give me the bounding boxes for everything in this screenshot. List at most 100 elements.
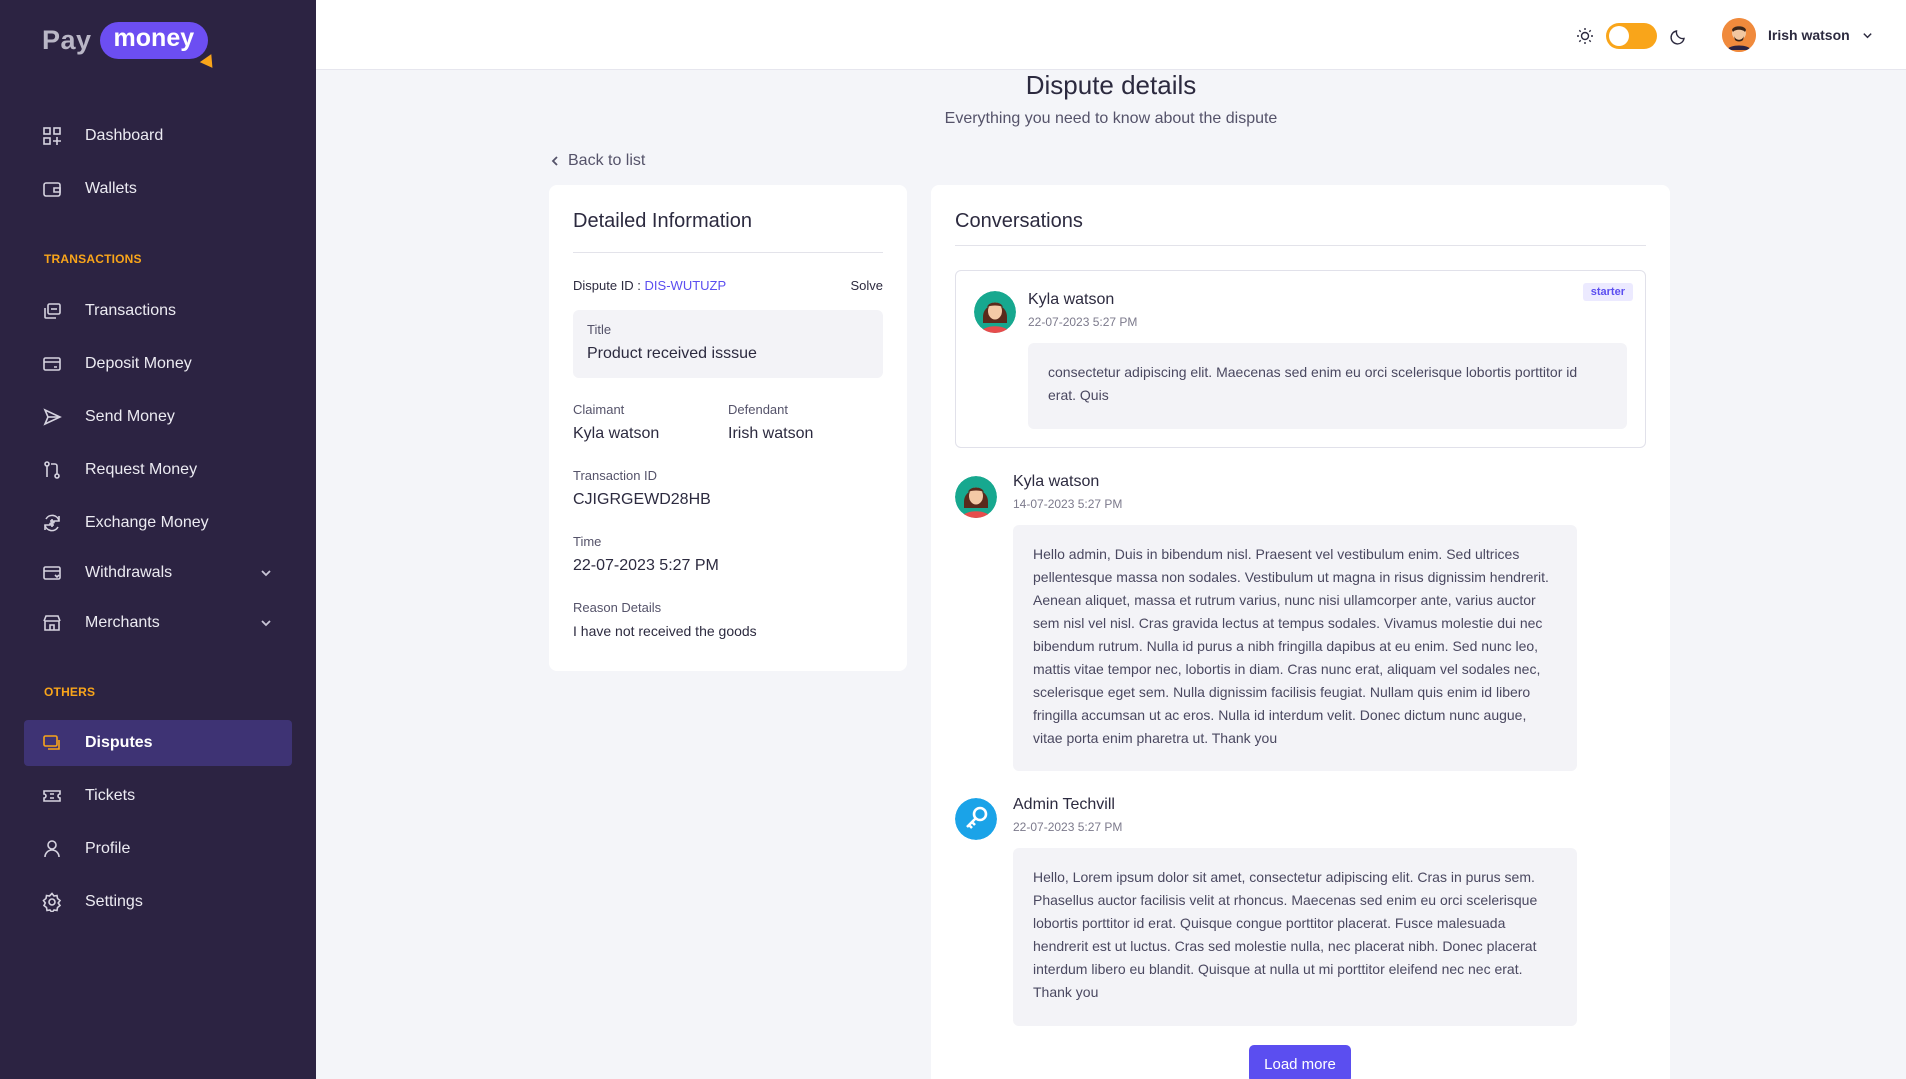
dispute-id-label: Dispute ID : (573, 278, 641, 293)
status-badge: Solve (850, 278, 883, 293)
sidebar-item-label: Wallets (85, 180, 137, 197)
dispute-id: Dispute ID : DIS-WUTUZP (573, 278, 726, 293)
moon-icon (1670, 30, 1685, 45)
back-to-list-label: Back to list (568, 152, 646, 169)
sidebar-item-label: Send Money (85, 408, 175, 425)
user-menu[interactable]: Irish watson (1722, 18, 1873, 52)
request-icon (42, 460, 62, 480)
profile-icon (42, 839, 62, 859)
transaction-id-value: CJIGRGEWD28HB (573, 491, 711, 508)
transactions-icon (42, 301, 62, 321)
sidebar-item-tickets[interactable]: Tickets (24, 773, 292, 819)
title-label: Title (587, 322, 612, 337)
brand-logo[interactable]: Pay money (42, 20, 219, 72)
starter-message: starter Kyla watson 22-07-2023 5:27 PM c… (955, 270, 1646, 448)
sidebar-item-label: Transactions (85, 302, 176, 319)
dashboard-icon (42, 126, 62, 146)
sidebar-item-withdrawals[interactable]: Withdrawals (24, 550, 292, 596)
page-subtitle: Everything you need to know about the di… (944, 110, 1278, 127)
reason-label: Reason Details (573, 600, 662, 615)
sun-icon (1577, 28, 1593, 44)
starter-badge: starter (1582, 283, 1633, 301)
sidebar-item-label: Request Money (85, 461, 198, 478)
sidebar-item-request-money[interactable]: Request Money (24, 447, 292, 493)
time-label: Time (573, 534, 602, 549)
claimant-field: Claimant Kyla watson (573, 402, 659, 443)
sidebar-item-label: Exchange Money (85, 514, 209, 531)
time-value: 22-07-2023 5:27 PM (573, 557, 719, 574)
time-field: Time 22-07-2023 5:27 PM (573, 534, 719, 575)
sidebar-item-settings[interactable]: Settings (24, 879, 292, 925)
reason-value: I have not received the goods (573, 623, 757, 639)
sidebar-item-wallets[interactable]: Wallets (24, 166, 292, 212)
sidebar-item-label: Dashboard (85, 127, 164, 144)
theme-toggle[interactable] (1606, 23, 1657, 49)
settings-icon (42, 892, 62, 912)
conversations-title: Conversations (955, 210, 1083, 232)
merchant-icon (42, 613, 62, 633)
sidebar-item-send-money[interactable]: Send Money (24, 394, 292, 440)
defendant-label: Defendant (728, 402, 788, 417)
sidebar-item-label: Disputes (85, 734, 153, 751)
wallet-icon (42, 179, 62, 199)
sidebar-item-dashboard[interactable]: Dashboard (24, 113, 292, 159)
message-time: 14-07-2023 5:27 PM (1013, 497, 1123, 511)
sidebar: Pay money Dashboard Wallets TRANSACTIONS… (0, 0, 316, 1079)
sidebar-item-label: Profile (85, 840, 131, 857)
transaction-id-field: Transaction ID CJIGRGEWD28HB (573, 468, 711, 509)
avatar (955, 476, 997, 518)
message-text: consectetur adipiscing elit. Maecenas se… (1028, 343, 1627, 429)
title-box: Title Product received isssue (573, 310, 883, 378)
section-label-transactions: TRANSACTIONS (44, 252, 142, 266)
user-avatar (1722, 18, 1756, 52)
message-author: Kyla watson (1013, 473, 1100, 490)
transaction-id-label: Transaction ID (573, 468, 658, 483)
sidebar-item-disputes[interactable]: Disputes (24, 720, 292, 766)
user-name: Irish watson (1768, 27, 1850, 43)
top-bar: Irish watson (316, 0, 1906, 70)
load-more-button[interactable]: Load more (1249, 1045, 1351, 1079)
sidebar-item-merchants[interactable]: Merchants (24, 600, 292, 646)
sidebar-item-label: Tickets (85, 787, 136, 804)
message-time: 22-07-2023 5:27 PM (1013, 820, 1123, 834)
avatar (974, 291, 1016, 333)
defendant-field: Defendant Irish watson (728, 402, 813, 443)
page-title: Dispute details (1025, 70, 1197, 100)
chevron-left-icon (551, 156, 558, 166)
sidebar-item-label: Settings (85, 893, 143, 910)
back-to-list-link[interactable]: Back to list (550, 152, 645, 170)
message-text: Hello admin, Duis in bibendum nisl. Prae… (1013, 525, 1577, 771)
dispute-icon (42, 733, 62, 753)
toggle-knob (1609, 26, 1629, 46)
detail-card-title: Detailed Information (573, 210, 752, 232)
chevron-down-icon[interactable] (1862, 30, 1873, 41)
exchange-icon (42, 513, 62, 533)
reason-field: Reason Details I have not received the g… (573, 600, 757, 639)
chevron-down-icon[interactable] (260, 616, 272, 634)
conversations-card: Conversations starter Kyla watson 22-07-… (931, 185, 1670, 1079)
admin-avatar (955, 798, 997, 840)
sidebar-item-profile[interactable]: Profile (24, 826, 292, 872)
title-value: Product received isssue (587, 345, 757, 362)
message-time: 22-07-2023 5:27 PM (1028, 315, 1138, 329)
sidebar-item-deposit-money[interactable]: Deposit Money (24, 341, 292, 387)
sidebar-item-label: Withdrawals (85, 564, 173, 581)
chevron-down-icon[interactable] (260, 566, 272, 584)
logo-pay-text: Pay (42, 24, 92, 55)
sidebar-item-exchange-money[interactable]: Exchange Money (24, 500, 292, 546)
ticket-icon (42, 786, 62, 806)
detail-card: Detailed Information Dispute ID : DIS-WU… (549, 185, 907, 671)
withdraw-icon (42, 563, 62, 583)
sidebar-item-label: Deposit Money (85, 355, 192, 372)
logo-money-pill: money (99, 21, 219, 72)
deposit-icon (42, 354, 62, 374)
dispute-id-value: DIS-WUTUZP (644, 278, 727, 293)
sidebar-item-label: Merchants (85, 614, 160, 631)
divider (955, 245, 1646, 246)
sidebar-item-transactions[interactable]: Transactions (24, 288, 292, 334)
defendant-value: Irish watson (728, 425, 814, 442)
message-author: Kyla watson (1028, 291, 1115, 308)
message-author: Admin Techvill (1013, 796, 1115, 813)
divider (573, 252, 883, 253)
message-text: Hello, Lorem ipsum dolor sit amet, conse… (1013, 848, 1577, 1026)
